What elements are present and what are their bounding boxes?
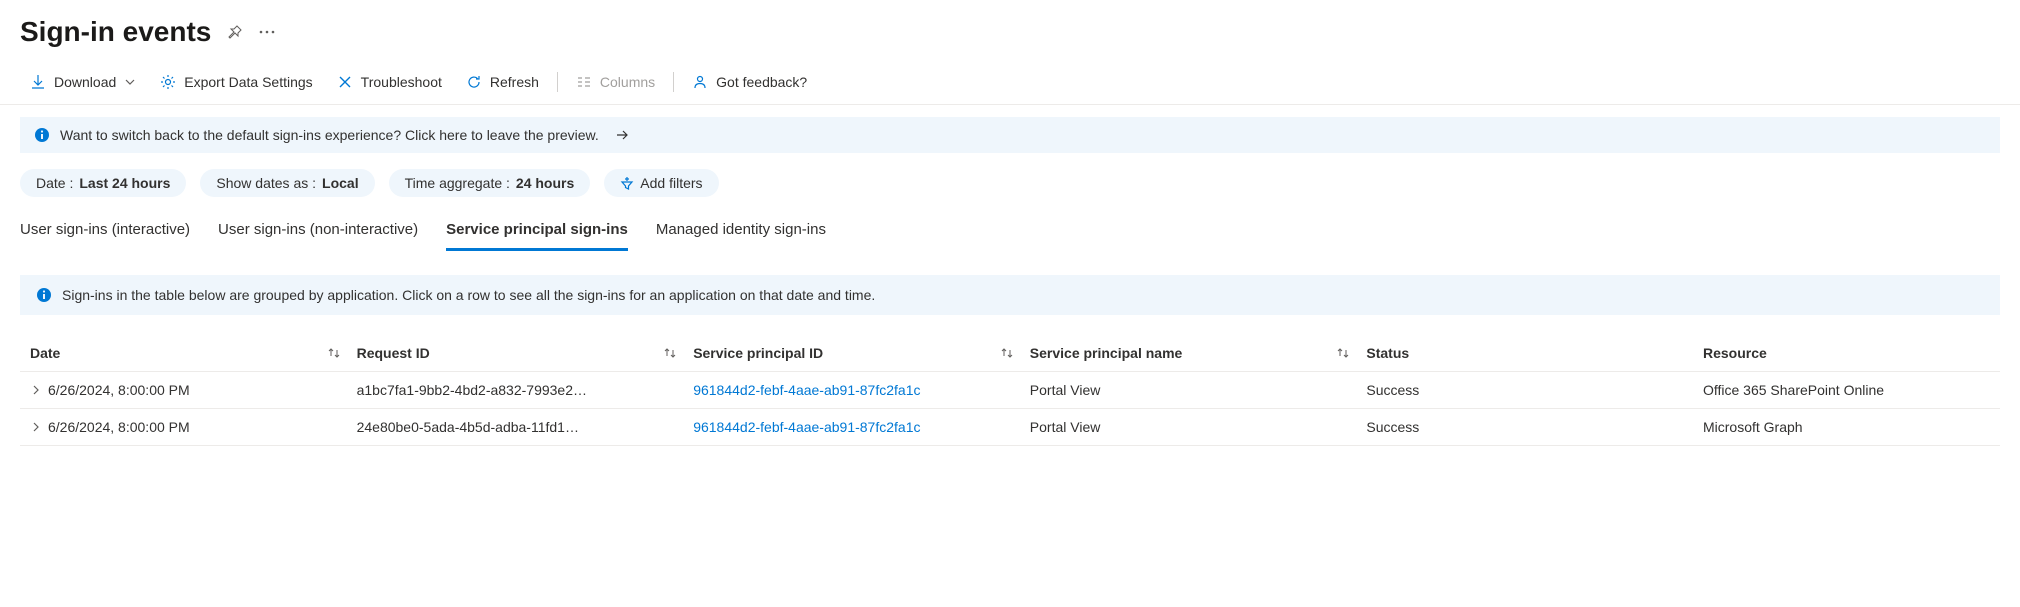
columns-button[interactable]: Columns — [566, 68, 665, 96]
tab-service-principal[interactable]: Service principal sign-ins — [446, 213, 628, 251]
preview-banner[interactable]: Want to switch back to the default sign-… — [20, 117, 2000, 153]
download-label: Download — [54, 74, 116, 90]
tabs: User sign-ins (interactive) User sign-in… — [0, 213, 2020, 251]
add-filters-button[interactable]: Add filters — [604, 169, 718, 197]
cell-request-id: 24e80be0-5ada-4b5d-adba-11fd1… — [357, 409, 694, 446]
filter-row: Date : Last 24 hours Show dates as : Loc… — [0, 169, 2020, 213]
refresh-label: Refresh — [490, 74, 539, 90]
col-sp-name-label: Service principal name — [1030, 345, 1183, 361]
columns-label: Columns — [600, 74, 655, 90]
download-icon — [30, 74, 46, 90]
filter-icon — [620, 176, 634, 190]
export-label: Export Data Settings — [184, 74, 312, 90]
filter-showdates-label: Show dates as : — [216, 175, 316, 191]
cell-sp-id[interactable]: 961844d2-febf-4aae-ab91-87fc2fa1c — [693, 409, 1030, 446]
chevron-down-icon — [124, 76, 136, 88]
page-header: Sign-in events — [0, 0, 2020, 60]
sort-icon — [663, 346, 677, 360]
preview-banner-text: Want to switch back to the default sign-… — [60, 127, 599, 143]
refresh-button[interactable]: Refresh — [456, 68, 549, 96]
arrow-right-icon — [615, 128, 629, 142]
page-title: Sign-in events — [20, 16, 211, 48]
filter-showdates[interactable]: Show dates as : Local — [200, 169, 374, 197]
col-status[interactable]: Status — [1366, 335, 1703, 372]
columns-icon — [576, 74, 592, 90]
col-date-label: Date — [30, 345, 60, 361]
cell-status: Success — [1366, 409, 1703, 446]
col-resource[interactable]: Resource — [1703, 335, 2000, 372]
cell-date: 6/26/2024, 8:00:00 PM — [48, 382, 190, 398]
cell-status: Success — [1366, 372, 1703, 409]
col-sp-name[interactable]: Service principal name — [1030, 335, 1367, 372]
cell-request-id: a1bc7fa1-9bb2-4bd2-a832-7993e2… — [357, 372, 694, 409]
col-sp-id-label: Service principal ID — [693, 345, 823, 361]
chevron-right-icon[interactable] — [30, 384, 42, 396]
info-icon — [34, 127, 50, 143]
filter-timeagg-value: 24 hours — [516, 175, 574, 191]
cell-sp-id[interactable]: 961844d2-febf-4aae-ab91-87fc2fa1c — [693, 372, 1030, 409]
signins-table: Date Request ID — [20, 335, 2000, 446]
tab-managed-identity[interactable]: Managed identity sign-ins — [656, 213, 826, 251]
troubleshoot-button[interactable]: Troubleshoot — [327, 68, 452, 96]
cell-resource: Office 365 SharePoint Online — [1703, 372, 2000, 409]
divider — [673, 72, 674, 92]
col-request-id-label: Request ID — [357, 345, 430, 361]
col-request-id[interactable]: Request ID — [357, 335, 694, 372]
tab-user-interactive[interactable]: User sign-ins (interactive) — [20, 213, 190, 251]
cell-date: 6/26/2024, 8:00:00 PM — [48, 419, 190, 435]
cell-sp-name: Portal View — [1030, 372, 1367, 409]
sort-icon — [327, 346, 341, 360]
feedback-label: Got feedback? — [716, 74, 807, 90]
col-sp-id[interactable]: Service principal ID — [693, 335, 1030, 372]
pin-icon[interactable] — [227, 24, 243, 40]
table-row[interactable]: 6/26/2024, 8:00:00 PM 24e80be0-5ada-4b5d… — [20, 409, 2000, 446]
command-bar: Download Export Data Settings Troublesho… — [0, 60, 2020, 105]
cell-sp-name: Portal View — [1030, 409, 1367, 446]
col-status-label: Status — [1366, 345, 1409, 361]
col-resource-label: Resource — [1703, 345, 1767, 361]
filter-showdates-value: Local — [322, 175, 359, 191]
download-button[interactable]: Download — [20, 68, 146, 96]
tab-user-noninteractive[interactable]: User sign-ins (non-interactive) — [218, 213, 418, 251]
table-row[interactable]: 6/26/2024, 8:00:00 PM a1bc7fa1-9bb2-4bd2… — [20, 372, 2000, 409]
troubleshoot-icon — [337, 74, 353, 90]
cell-resource: Microsoft Graph — [1703, 409, 2000, 446]
table-wrapper: Date Request ID — [0, 335, 2020, 446]
feedback-icon — [692, 74, 708, 90]
sort-icon — [1336, 346, 1350, 360]
filter-date-label: Date : — [36, 175, 73, 191]
filter-timeagg[interactable]: Time aggregate : 24 hours — [389, 169, 591, 197]
chevron-right-icon[interactable] — [30, 421, 42, 433]
divider — [557, 72, 558, 92]
filter-timeagg-label: Time aggregate : — [405, 175, 510, 191]
info-icon — [36, 287, 52, 303]
feedback-button[interactable]: Got feedback? — [682, 68, 817, 96]
troubleshoot-label: Troubleshoot — [361, 74, 442, 90]
more-icon[interactable] — [259, 30, 275, 34]
table-info-banner: Sign-ins in the table below are grouped … — [20, 275, 2000, 315]
add-filters-label: Add filters — [640, 175, 702, 191]
col-date[interactable]: Date — [20, 335, 357, 372]
gear-icon — [160, 74, 176, 90]
export-settings-button[interactable]: Export Data Settings — [150, 68, 322, 96]
refresh-icon — [466, 74, 482, 90]
table-info-text: Sign-ins in the table below are grouped … — [62, 287, 875, 303]
filter-date[interactable]: Date : Last 24 hours — [20, 169, 186, 197]
sort-icon — [1000, 346, 1014, 360]
filter-date-value: Last 24 hours — [79, 175, 170, 191]
